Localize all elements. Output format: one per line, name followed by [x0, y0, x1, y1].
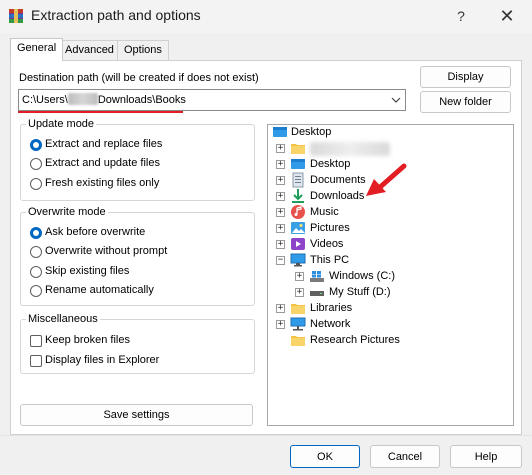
- checkbox-keep-broken-label[interactable]: Keep broken files: [45, 334, 130, 346]
- tab-advanced[interactable]: Advanced: [58, 40, 121, 60]
- tree-item-this-pc[interactable]: This PC: [310, 254, 349, 266]
- tree-item-downloads[interactable]: Downloads: [310, 190, 364, 202]
- folder-icon: [290, 332, 306, 348]
- radio-rename-auto-label[interactable]: Rename automatically: [45, 284, 154, 296]
- tab-general[interactable]: General: [10, 38, 64, 61]
- expand-icon[interactable]: +: [295, 288, 304, 297]
- desktop-icon: [290, 156, 306, 172]
- ok-button[interactable]: OK: [290, 445, 360, 468]
- pictures-icon: [290, 220, 306, 236]
- computer-icon: [290, 252, 306, 268]
- radio-fresh-existing-label[interactable]: Fresh existing files only: [45, 177, 159, 189]
- tree-item-pictures[interactable]: Pictures: [310, 222, 350, 234]
- tree-item-music[interactable]: Music: [310, 206, 339, 218]
- expand-icon[interactable]: +: [276, 176, 285, 185]
- tree-item-user-redacted[interactable]: [310, 142, 390, 156]
- tree-item-videos[interactable]: Videos: [310, 238, 343, 250]
- expand-icon[interactable]: +: [276, 240, 285, 249]
- expand-icon[interactable]: +: [295, 272, 304, 281]
- radio-skip-existing-label[interactable]: Skip existing files: [45, 265, 129, 277]
- title-bar: Extraction path and options ? ✕: [0, 0, 532, 33]
- documents-icon: [290, 172, 306, 188]
- radio-rename-auto[interactable]: [30, 285, 42, 297]
- libraries-icon: [290, 300, 306, 316]
- annotation-arrow-icon: [364, 162, 408, 202]
- path-suffix: Downloads\Books: [97, 94, 186, 106]
- expand-icon[interactable]: +: [276, 144, 285, 153]
- expand-icon[interactable]: +: [276, 208, 285, 217]
- cancel-button[interactable]: Cancel: [370, 445, 440, 468]
- redacted-user-name: [310, 142, 390, 156]
- expand-icon[interactable]: +: [276, 160, 285, 169]
- tree-item-my-stuff-d[interactable]: My Stuff (D:): [329, 286, 391, 298]
- checkbox-keep-broken[interactable]: [30, 335, 42, 347]
- update-mode-title: Update mode: [26, 118, 97, 130]
- help-title-button[interactable]: ?: [438, 0, 484, 32]
- redacted-username: [67, 93, 98, 105]
- user-folder-icon: [290, 140, 306, 156]
- radio-ask-before-label[interactable]: Ask before overwrite: [45, 226, 145, 238]
- display-button[interactable]: Display: [420, 66, 511, 88]
- expand-icon[interactable]: +: [276, 224, 285, 233]
- checkbox-display-explorer[interactable]: [30, 355, 42, 367]
- tree-item-libraries[interactable]: Libraries: [310, 302, 352, 314]
- winrar-app-icon: [8, 8, 24, 24]
- videos-icon: [290, 236, 306, 252]
- music-icon: [290, 204, 306, 220]
- tree-item-desktop-root[interactable]: Desktop: [291, 126, 331, 138]
- annotation-underline: [18, 111, 183, 113]
- chevron-down-icon[interactable]: [390, 94, 402, 106]
- desktop-icon: [272, 124, 288, 140]
- radio-extract-update[interactable]: [30, 158, 42, 170]
- path-prefix: C:\Users\: [22, 94, 68, 106]
- destination-path-label: Destination path (will be created if doe…: [19, 72, 259, 84]
- windows-drive-icon: [309, 268, 325, 284]
- tree-item-network[interactable]: Network: [310, 318, 350, 330]
- drive-icon: [309, 284, 325, 300]
- tree-item-desktop[interactable]: Desktop: [310, 158, 350, 170]
- radio-extract-update-label[interactable]: Extract and update files: [45, 157, 160, 169]
- tree-item-documents[interactable]: Documents: [310, 174, 366, 186]
- expand-icon[interactable]: +: [276, 304, 285, 313]
- help-button[interactable]: Help: [450, 445, 522, 468]
- radio-fresh-existing[interactable]: [30, 178, 42, 190]
- checkbox-display-explorer-label[interactable]: Display files in Explorer: [45, 354, 159, 366]
- expand-icon[interactable]: +: [276, 192, 285, 201]
- new-folder-button[interactable]: New folder: [420, 91, 511, 113]
- radio-extract-replace-label[interactable]: Extract and replace files: [45, 138, 162, 150]
- radio-overwrite-without-prompt-label[interactable]: Overwrite without prompt: [45, 245, 167, 257]
- destination-path-combobox[interactable]: C:\Users\ Downloads\Books: [18, 89, 406, 111]
- radio-skip-existing[interactable]: [30, 266, 42, 278]
- tree-item-windows-c[interactable]: Windows (C:): [329, 270, 395, 282]
- radio-ask-before[interactable]: [30, 227, 42, 239]
- expand-icon[interactable]: +: [276, 320, 285, 329]
- window-title: Extraction path and options: [31, 7, 201, 23]
- tab-options[interactable]: Options: [117, 40, 169, 60]
- radio-extract-replace[interactable]: [30, 139, 42, 151]
- collapse-icon[interactable]: −: [276, 256, 285, 265]
- downloads-icon: [290, 188, 306, 204]
- save-settings-button[interactable]: Save settings: [20, 404, 253, 426]
- tree-item-research-pictures[interactable]: Research Pictures: [310, 334, 400, 346]
- destination-path-value: C:\Users\ Downloads\Books: [22, 93, 186, 106]
- miscellaneous-title: Miscellaneous: [26, 313, 100, 325]
- network-icon: [290, 316, 306, 332]
- overwrite-mode-title: Overwrite mode: [26, 206, 108, 218]
- radio-overwrite-without-prompt[interactable]: [30, 246, 42, 258]
- close-button[interactable]: ✕: [484, 0, 530, 32]
